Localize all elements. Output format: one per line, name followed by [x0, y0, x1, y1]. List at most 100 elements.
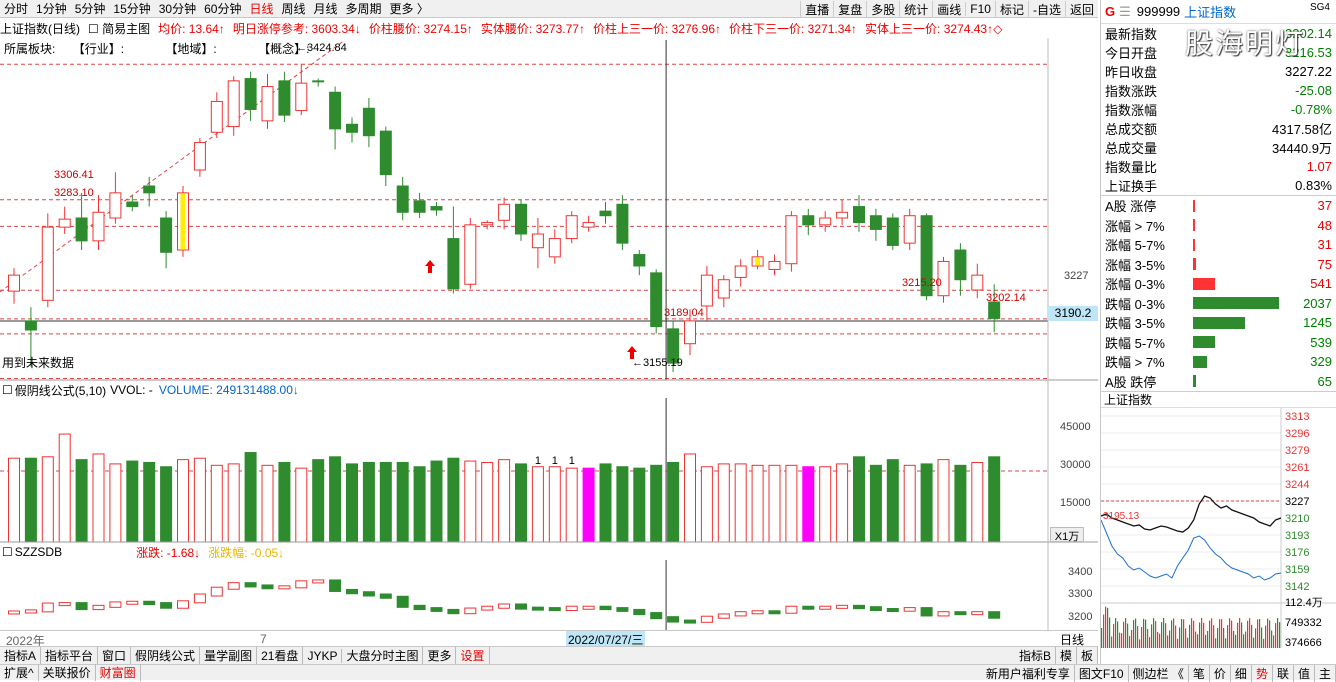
- axis-label-3227: 3227: [1064, 270, 1089, 282]
- szz-bar: [988, 611, 1001, 619]
- volume-bar: [802, 466, 815, 543]
- ext-right-tab-2[interactable]: 侧边栏 《: [1129, 664, 1189, 682]
- stat-value: -25.08: [1295, 83, 1332, 98]
- bottom-tab-9[interactable]: 设置: [456, 647, 490, 664]
- ext-right-tab-4[interactable]: 价: [1210, 664, 1231, 682]
- mini-volume-bar: [1265, 625, 1267, 648]
- bottom-tab-3[interactable]: 假阴线公式: [131, 647, 201, 664]
- szz-bar: [295, 580, 308, 589]
- candle: [244, 71, 257, 121]
- volume-bar: [971, 461, 984, 543]
- candle: [447, 206, 460, 294]
- volume-bar: [92, 453, 105, 543]
- bottom-right-tab-2[interactable]: 板: [1077, 647, 1098, 664]
- ext-right-tab-7[interactable]: 联: [1273, 664, 1294, 682]
- menu-icon[interactable]: ☰: [1119, 4, 1131, 20]
- breadth-label: 跌幅 5-7%: [1105, 335, 1165, 351]
- mini-volume-bar: [1183, 619, 1185, 648]
- candle: [396, 176, 409, 221]
- breadth-row: 涨幅 > 7% 48: [1101, 216, 1336, 236]
- future-data-note: 用到未来数据: [2, 356, 75, 370]
- breadth-value: 31: [1317, 237, 1332, 253]
- annotation-low: ←3155.19: [632, 357, 683, 369]
- szz-bar: [193, 593, 206, 604]
- bottom-tab-6[interactable]: JYKP: [303, 648, 343, 663]
- szz-bar: [954, 611, 967, 616]
- bottom-tab-0[interactable]: 指标A: [0, 647, 42, 664]
- mini-volume-bar: [1195, 631, 1197, 648]
- szz-bar: [143, 600, 156, 606]
- volume-bar: [717, 463, 730, 543]
- szz-bar: [616, 607, 629, 612]
- stat-value: 4317.58亿: [1272, 122, 1332, 137]
- vol-tick-30000: 30000: [1060, 459, 1091, 471]
- ext-tab-1[interactable]: 关联报价: [39, 664, 96, 681]
- volume-bar: [75, 459, 88, 543]
- mini-volume-bar: [1143, 618, 1145, 648]
- mini-volume-bar: [1247, 620, 1249, 648]
- breadth-row: 跌幅 5-7% 539: [1101, 333, 1336, 353]
- ext-right-tab-5[interactable]: 细: [1231, 664, 1252, 682]
- indicator-tabs: 指标A 指标平台 窗口 假阴线公式 量学副图 21看盘 JYKP 大盘分时主图 更多 设置 指标B 模…: [0, 646, 1098, 664]
- szz-bar: [498, 603, 511, 609]
- ext-right-tab-3[interactable]: 笔: [1189, 664, 1210, 682]
- szz-bar: [58, 602, 71, 607]
- ext-right-tab-1[interactable]: 图文F10: [1075, 664, 1129, 682]
- volume-marker: 1: [535, 455, 541, 467]
- mini-volume-bar: [1165, 623, 1167, 648]
- mini-volume-bar: [1217, 627, 1219, 648]
- ext-right-tab-0[interactable]: 新用户福利专享: [982, 664, 1075, 682]
- szz-bar: [447, 608, 460, 615]
- candle: [227, 76, 240, 136]
- bottom-right-tab-0[interactable]: 指标B: [1015, 647, 1056, 664]
- szz-bar: [362, 591, 375, 597]
- breadth-label: 跌幅 0-3%: [1105, 296, 1165, 312]
- bottom-tab-5[interactable]: 21看盘: [257, 647, 304, 664]
- stock-name[interactable]: 上证指数: [1184, 2, 1236, 21]
- bottom-tab-4[interactable]: 量学副图: [200, 647, 258, 664]
- candle: [295, 63, 308, 116]
- mini-volume-bar: [1209, 620, 1211, 648]
- volume-settings-icon[interactable]: ☐: [2, 383, 13, 397]
- volume-bar: [599, 463, 612, 543]
- bottom-tab-8[interactable]: 更多: [423, 647, 457, 664]
- stat-value: -0.78%: [1290, 102, 1332, 117]
- mini-intraday-chart[interactable]: 3313 3296 3279 3261 3244 3227 3210 3193 3176 3159…: [1100, 408, 1336, 649]
- szz-bar: [109, 601, 122, 608]
- candle: [362, 98, 375, 148]
- ext-right-tab-8[interactable]: 值: [1294, 664, 1315, 682]
- ext-right-tab-6[interactable]: 势: [1252, 664, 1273, 682]
- mini-volume-bar: [1245, 631, 1247, 648]
- szz-bar: [227, 582, 240, 590]
- mini-volume-bar: [1161, 622, 1163, 648]
- szz-bar: [92, 604, 105, 611]
- mini-volume-bar: [1263, 638, 1265, 648]
- volume-bar: [346, 463, 358, 543]
- stat-label: 指数涨幅: [1105, 103, 1158, 118]
- mini-volume-bar: [1241, 622, 1243, 648]
- mini-volume-bar: [1179, 627, 1181, 648]
- bottom-right-tab-1[interactable]: 模: [1056, 647, 1077, 664]
- mini-tick: 3142: [1285, 581, 1309, 593]
- volume-bar: [177, 459, 189, 543]
- bottom-tab-2[interactable]: 窗口: [98, 647, 132, 664]
- bottom-tab-1[interactable]: 指标平台: [41, 647, 99, 664]
- ext-tab-2[interactable]: 财富圈: [96, 664, 141, 681]
- breadth-label: 跌幅 3-5%: [1105, 316, 1165, 332]
- mini-volume-bar: [1135, 618, 1137, 648]
- volume-bar: [481, 461, 494, 543]
- candle: [58, 206, 71, 234]
- ext-right-tab-9[interactable]: 主: [1315, 664, 1336, 682]
- annotation-level-1: 3306.41: [54, 169, 94, 181]
- candle: [531, 218, 544, 269]
- mini-volume-bar: [1229, 618, 1231, 648]
- szz-bar: [379, 593, 392, 599]
- ext-tab-0[interactable]: 扩展^: [0, 664, 39, 681]
- vvol-label: VVOL: -: [110, 383, 153, 397]
- candle: [515, 199, 527, 241]
- breadth-row: 涨幅 3-5% 75: [1101, 255, 1336, 275]
- bottom-tab-7[interactable]: 大盘分时主图: [342, 647, 424, 664]
- szz-settings-icon[interactable]: ☐: [2, 545, 13, 559]
- volume-bar: [210, 464, 223, 543]
- mini-volume-bar: [1221, 619, 1223, 648]
